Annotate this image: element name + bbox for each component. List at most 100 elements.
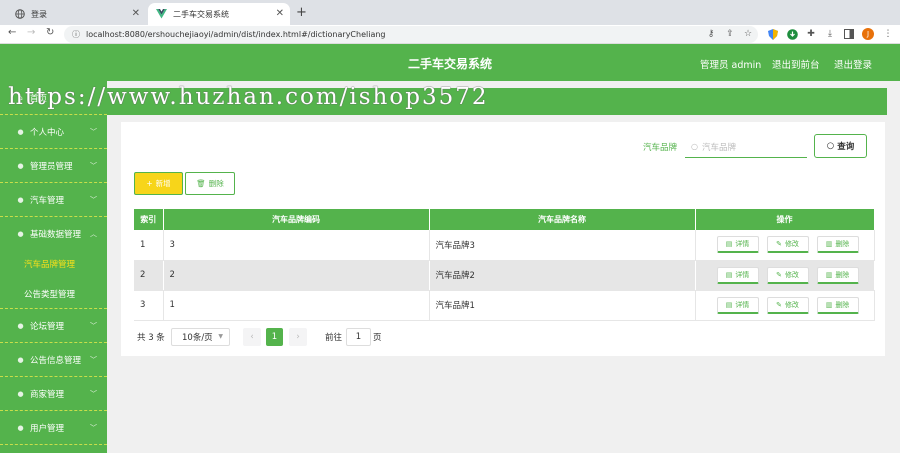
delete-label: 删除 [835, 240, 850, 249]
column-header: 操作 [695, 209, 875, 230]
chevron-down-icon: ﹀ [90, 322, 97, 330]
globe-icon [14, 9, 25, 20]
sidebar-item-label: 商家管理 [30, 389, 65, 400]
sidebar-item-basic-data[interactable]: ● 基础数据管理 ︿ [0, 217, 107, 251]
watermark-text: https://www.huzhan.com/ishop3572 [8, 84, 489, 110]
goto-label: 前往 [325, 333, 343, 343]
user-icon: ● [17, 423, 24, 432]
chevron-down-icon: ﹀ [90, 196, 97, 204]
delete-button-label: 删除 [208, 179, 224, 188]
close-tab-icon[interactable]: ✕ [276, 8, 284, 19]
sidebar-item-label: 汽车管理 [30, 195, 65, 206]
chevron-down-icon: ﹀ [90, 424, 97, 432]
browser-tab-app[interactable]: 二手车交易系统 ✕ [148, 3, 290, 25]
add-button-label: 新增 [155, 179, 171, 188]
search-icon: ○ [826, 141, 835, 151]
reload-icon[interactable]: ↻ [46, 27, 54, 38]
sidebar-subitem-notice-type[interactable]: 公告类型管理 [0, 279, 107, 309]
detail-button[interactable]: ▤ 详情 [716, 266, 759, 284]
document-icon: ▤ [725, 300, 733, 309]
url-field[interactable]: ⓘ localhost:8080/ershouchejiaoyi/admin/d… [64, 26, 758, 43]
chevron-down-icon: ﹀ [90, 390, 97, 398]
column-header: 汽车品牌名称 [429, 209, 696, 230]
more-menu-icon[interactable]: ⋮ [882, 28, 894, 40]
chevron-down-icon: ▼ [218, 333, 223, 340]
query-button[interactable]: ○ 查询 [814, 134, 867, 158]
delete-button[interactable]: ▥ 删除 [816, 236, 859, 254]
page-size-value: 10条/页 [182, 333, 213, 343]
brand-table: 索引 汽车品牌编码 汽车品牌名称 操作 1 3 汽车品牌3 ▤ 详情 ✎ 修改 ▥ 删… [134, 209, 875, 321]
pagination-total: 共 3 条 [137, 333, 165, 343]
trash-icon: ▥ [825, 240, 833, 249]
cell-actions: ▤ 详情 ✎ 修改 ▥ 删除 [695, 290, 875, 321]
edit-button[interactable]: ✎ 修改 [766, 296, 809, 314]
sidepanel-icon[interactable] [843, 28, 855, 40]
logout-link[interactable]: 退出登录 [834, 57, 872, 71]
chevron-up-icon: ︿ [90, 230, 97, 238]
sidebar-item-notices[interactable]: ● 公告信息管理 ﹀ [0, 343, 107, 377]
table-row[interactable]: 3 1 汽车品牌1 ▤ 详情 ✎ 修改 ▥ 删除 [134, 290, 875, 321]
delete-label: 删除 [835, 270, 850, 279]
forward-arrow-icon[interactable]: → [27, 27, 35, 38]
table-row[interactable]: 1 3 汽车品牌3 ▤ 详情 ✎ 修改 ▥ 删除 [134, 230, 875, 261]
chevron-down-icon: ﹀ [90, 356, 97, 364]
page-number-current[interactable]: 1 [266, 328, 283, 346]
star-icon[interactable]: ☆ [742, 28, 754, 40]
delete-button[interactable]: ▥ 删除 [816, 296, 859, 314]
sidebar-subitem-car-brand[interactable]: 汽车品牌管理 [0, 249, 107, 279]
profile-avatar[interactable]: J [862, 28, 874, 40]
sidebar-item-cars[interactable]: ● 汽车管理 ﹀ [0, 183, 107, 217]
pencil-icon: ✎ [776, 270, 782, 279]
user-icon: ● [17, 127, 24, 136]
sidebar-item-merchants[interactable]: ● 商家管理 ﹀ [0, 377, 107, 411]
search-placeholder: 汽车品牌 [701, 142, 736, 153]
key-icon[interactable]: ⚷ [705, 28, 717, 40]
sidebar-item-label: 用户管理 [30, 423, 65, 434]
info-icon[interactable]: ⓘ [72, 29, 80, 40]
goto-page-input[interactable]: 1 [346, 328, 371, 346]
trash-icon: ▥ [825, 300, 833, 309]
add-button[interactable]: + 新增 [134, 172, 183, 195]
sidebar-item-admin[interactable]: ● 管理员管理 ﹀ [0, 149, 107, 183]
document-icon: ▤ [725, 240, 733, 249]
detail-button[interactable]: ▤ 详情 [716, 236, 759, 254]
back-arrow-icon[interactable]: ← [8, 27, 16, 38]
pencil-icon: ✎ [776, 300, 782, 309]
url-text: localhost:8080/ershouchejiaoyi/admin/dis… [86, 30, 386, 39]
app-header: 二手车交易系统 管理员 admin 退出到前台 退出登录 [0, 44, 900, 81]
browser-tab-login[interactable]: 登录 ✕ [6, 3, 146, 25]
download-extension-icon[interactable] [786, 28, 798, 40]
browser-tab-bar: 登录 ✕ 二手车交易系统 ✕ + [0, 0, 900, 25]
sidebar-item-label: 管理员管理 [30, 161, 73, 172]
extensions-puzzle-icon[interactable]: ✚ [805, 28, 817, 40]
extension-shield-icon[interactable] [767, 28, 779, 40]
next-page-button[interactable]: › [289, 328, 307, 346]
download-icon[interactable]: ⤓ [824, 28, 836, 40]
batch-delete-button[interactable]: 🗑 删除 [185, 172, 235, 195]
detail-label: 详情 [735, 270, 750, 279]
user-icon: ● [17, 389, 24, 398]
edit-button[interactable]: ✎ 修改 [766, 236, 809, 254]
edit-button[interactable]: ✎ 修改 [766, 266, 809, 284]
share-icon[interactable]: ⇪ [724, 28, 736, 40]
sidebar-item-profile[interactable]: ● 个人中心 ﹀ [0, 115, 107, 149]
exit-to-front-link[interactable]: 退出到前台 [772, 57, 820, 71]
table-row[interactable]: 2 2 汽车品牌2 ▤ 详情 ✎ 修改 ▥ 删除 [134, 260, 875, 291]
brand-search-input[interactable]: ○ 汽车品牌 [685, 136, 807, 158]
cell-actions: ▤ 详情 ✎ 修改 ▥ 删除 [695, 260, 875, 291]
sidebar-item-label: 论坛管理 [30, 321, 65, 332]
page-size-select[interactable]: 10条/页 ▼ [171, 328, 230, 346]
new-tab-button[interactable]: + [296, 5, 307, 20]
sidebar-item-users[interactable]: ● 用户管理 ﹀ [0, 411, 107, 445]
close-tab-icon[interactable]: ✕ [132, 8, 140, 19]
detail-label: 详情 [735, 300, 750, 309]
detail-button[interactable]: ▤ 详情 [716, 296, 759, 314]
prev-page-button[interactable]: ‹ [243, 328, 261, 346]
sidebar-item-forum[interactable]: ● 论坛管理 ﹀ [0, 309, 107, 343]
delete-button[interactable]: ▥ 删除 [816, 266, 859, 284]
cell-index: 1 [134, 230, 164, 261]
sidebar: ⌂ 首页 ● 个人中心 ﹀ ● 管理员管理 ﹀ ● 汽车管理 ﹀ ● 基础数据管… [0, 81, 107, 453]
document-icon: ▤ [725, 270, 733, 279]
app-title: 二手车交易系统 [407, 57, 492, 71]
sidebar-item-label: 基础数据管理 [30, 230, 82, 240]
